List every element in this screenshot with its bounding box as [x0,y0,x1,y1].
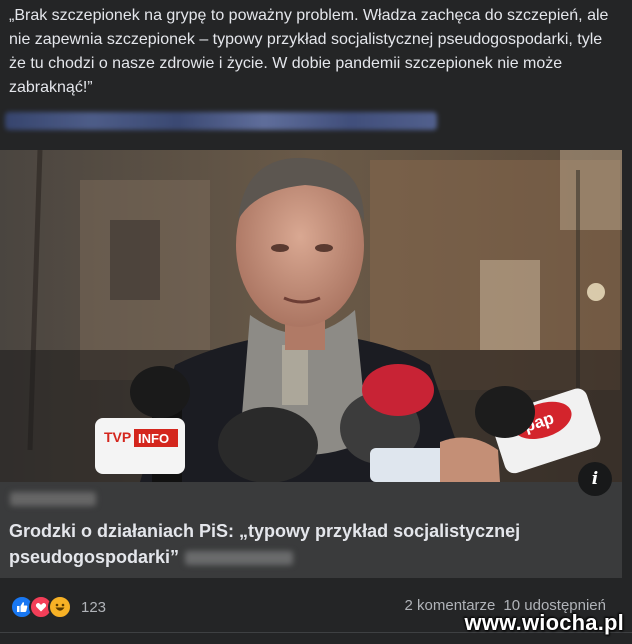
article-photo: TVP INFO pap [0,150,622,482]
post-text: „Brak szczepionek na grypę to poważny pr… [9,7,609,96]
tvp-info-text: INFO [138,431,169,446]
info-icon[interactable]: i [578,462,612,496]
haha-icon [48,595,72,619]
blurred-domain [10,492,96,506]
reactions-summary[interactable]: 123 [10,595,106,619]
site-watermark: www.wiocha.pl [464,610,624,635]
facebook-post: „Brak szczepionek na grypę to poważny pr… [0,0,632,644]
press-photo-illustration: TVP INFO pap [0,150,622,482]
link-title[interactable]: Grodzki o działaniach PiS: „typowy przyk… [9,518,609,570]
blurred-title-suffix [185,551,294,566]
blurred-link [5,112,437,130]
link-preview-card[interactable]: TVP INFO pap i Grodzki o działaniach PiS… [0,150,622,578]
reaction-count: 123 [81,598,107,616]
tvp-logo-text: TVP [104,429,131,445]
